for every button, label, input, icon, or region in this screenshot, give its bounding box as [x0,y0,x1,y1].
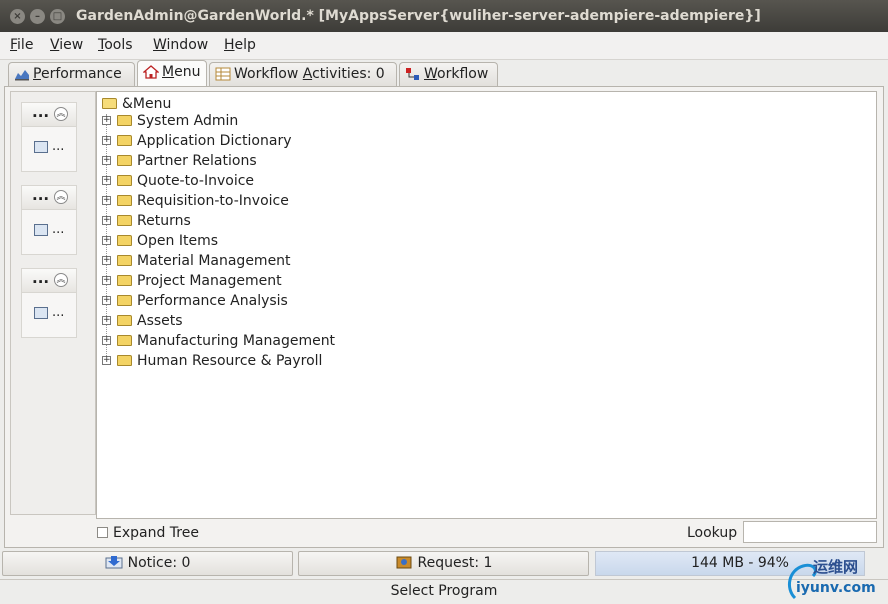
collapse-icon[interactable]: ︽ [54,190,68,204]
tree-node[interactable]: + Manufacturing Management [102,331,335,351]
window-icon [34,306,48,319]
maximize-window-button[interactable]: □ [50,9,65,24]
tree-node[interactable]: + System Admin [102,111,238,131]
favorites-group-1: ... ︽ ... [21,102,77,172]
group-item[interactable]: ... [34,222,64,237]
group-item[interactable]: ... [34,139,64,154]
title-bar[interactable]: × – □ GardenAdmin@GardenWorld.* [MyAppsS… [0,0,888,32]
favorites-panel: ... ︽ ... ... ︽ ... ... ︽ ... [10,91,96,515]
tree-node[interactable]: + Project Management [102,271,282,291]
workflow-icon [406,68,419,80]
tree-node[interactable]: + Material Management [102,251,291,271]
favorites-group-2: ... ︽ ... [21,185,77,255]
minimize-window-button[interactable]: – [30,9,45,24]
checkbox-box[interactable] [97,526,108,538]
group-header[interactable]: ... ︽ [22,103,76,127]
folder-icon [117,194,132,206]
window-icon [34,223,48,236]
menu-tools[interactable]: Tools [98,37,133,53]
notice-button[interactable]: Notice: 0 [2,551,293,576]
folder-icon [117,254,132,266]
expand-icon[interactable]: + [102,315,111,325]
tab-strip: Performance Menu Workflow Activities: 0 … [0,60,888,87]
tree-node[interactable]: + Performance Analysis [102,291,288,311]
tab-workflow-activities[interactable]: Workflow Activities: 0 [209,62,397,86]
expand-icon[interactable]: + [102,175,111,185]
window-icon [34,140,48,153]
tree-node[interactable]: + Assets [102,311,183,331]
chart-icon [15,70,29,81]
lookup-input[interactable] [743,521,877,543]
tree-node[interactable]: + Human Resource & Payroll [102,351,322,371]
menu-tree[interactable]: &Menu + System Admin + Application Diction… [96,91,877,519]
folder-icon [117,114,132,126]
folder-icon [117,314,132,326]
tree-root[interactable]: &Menu [102,96,171,112]
notice-icon [105,556,123,569]
watermark-logo: 运维网 iyunv.com [783,550,888,604]
expand-icon[interactable]: + [102,295,111,305]
lookup-label: Lookup [687,525,738,541]
table-icon [215,67,231,81]
expand-icon[interactable]: + [102,115,111,125]
menu-file[interactable]: File [10,37,33,53]
collapse-icon[interactable]: ︽ [54,273,68,287]
folder-icon [117,234,132,246]
tree-node[interactable]: + Partner Relations [102,151,257,171]
expand-icon[interactable]: + [102,155,111,165]
menu-window[interactable]: Window [153,37,208,53]
home-icon [143,65,159,79]
collapse-icon[interactable]: ︽ [54,107,68,121]
expand-icon[interactable]: + [102,275,111,285]
folder-icon [117,354,132,366]
tree-node[interactable]: + Quote-to-Invoice [102,171,254,191]
window-title: GardenAdmin@GardenWorld.* [MyAppsServer{… [76,8,761,24]
folder-open-icon [102,97,117,109]
folder-icon [117,174,132,186]
menu-bar: File View Tools Window Help [0,32,888,60]
folder-icon [117,334,132,346]
folder-icon [117,154,132,166]
expand-icon[interactable]: + [102,355,111,365]
folder-icon [117,214,132,226]
expand-icon[interactable]: + [102,335,111,345]
tab-menu[interactable]: Menu [137,60,207,87]
tree-node[interactable]: + Requisition-to-Invoice [102,191,289,211]
close-window-button[interactable]: × [10,9,25,24]
status-line: Select Program [0,579,888,604]
folder-icon [117,134,132,146]
expand-icon[interactable]: + [102,215,111,225]
group-header[interactable]: ... ︽ [22,269,76,293]
menu-view[interactable]: View [50,37,83,53]
folder-icon [117,274,132,286]
expand-icon[interactable]: + [102,255,111,265]
request-icon [396,556,412,569]
request-button[interactable]: Request: 1 [298,551,589,576]
folder-icon [117,294,132,306]
favorites-group-3: ... ︽ ... [21,268,77,338]
tab-performance[interactable]: Performance [8,62,135,86]
menu-content-pane: ... ︽ ... ... ︽ ... ... ︽ ... &Menu + Sy… [4,86,884,548]
status-bar: Notice: 0 Request: 1 144 MB - 94% [0,549,888,579]
tree-node[interactable]: + Open Items [102,231,218,251]
tree-node[interactable]: + Returns [102,211,191,231]
tab-workflow[interactable]: Workflow [399,62,498,86]
group-header[interactable]: ... ︽ [22,186,76,210]
group-item[interactable]: ... [34,305,64,320]
expand-icon[interactable]: + [102,195,111,205]
expand-icon[interactable]: + [102,235,111,245]
expand-tree-checkbox[interactable]: Expand Tree [97,525,199,541]
menu-help[interactable]: Help [224,37,256,53]
expand-icon[interactable]: + [102,135,111,145]
tree-node[interactable]: + Application Dictionary [102,131,291,151]
